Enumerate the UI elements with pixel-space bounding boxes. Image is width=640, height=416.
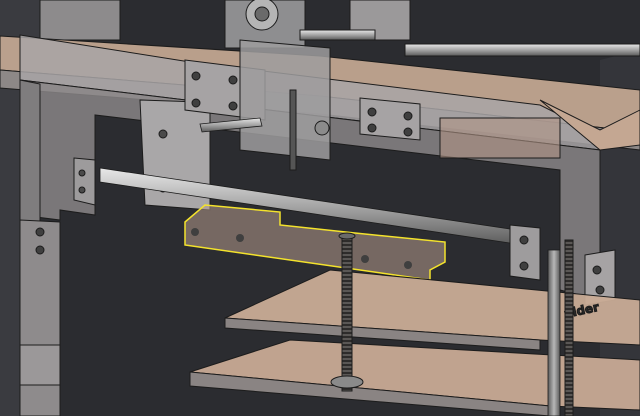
bolt-icon xyxy=(403,127,413,137)
bolt-icon xyxy=(158,129,168,139)
threaded-rod-icon xyxy=(341,235,353,392)
model-canvas[interactable]: ulder xyxy=(0,0,640,416)
bolt-icon xyxy=(191,71,201,81)
bolt-icon xyxy=(78,186,86,194)
bolt-icon xyxy=(404,261,412,269)
bolt-icon xyxy=(191,98,201,108)
left-lower-frame[interactable] xyxy=(19,219,61,416)
bolt-icon xyxy=(519,261,529,271)
bolt-icon xyxy=(35,227,45,237)
bolt-icon xyxy=(519,235,529,245)
extruder-body[interactable] xyxy=(239,39,331,171)
bolt-icon xyxy=(367,123,377,133)
steel-rod-icon xyxy=(547,249,561,416)
cad-3d-viewport[interactable]: ulder xyxy=(0,0,640,416)
bolt-icon xyxy=(592,265,602,275)
bolt-icon xyxy=(228,101,238,111)
bolt-icon xyxy=(228,75,238,85)
bolt-icon xyxy=(403,111,413,121)
threaded-rod-icon xyxy=(564,239,574,416)
bolt-icon xyxy=(595,285,605,295)
bolt-icon xyxy=(78,169,86,177)
bolt-icon xyxy=(35,245,45,255)
z-smooth-rod[interactable] xyxy=(547,249,561,416)
bolt-icon xyxy=(361,255,369,263)
bolt-icon xyxy=(191,228,199,236)
bolt-icon xyxy=(367,107,377,117)
bolt-icon xyxy=(236,234,244,242)
